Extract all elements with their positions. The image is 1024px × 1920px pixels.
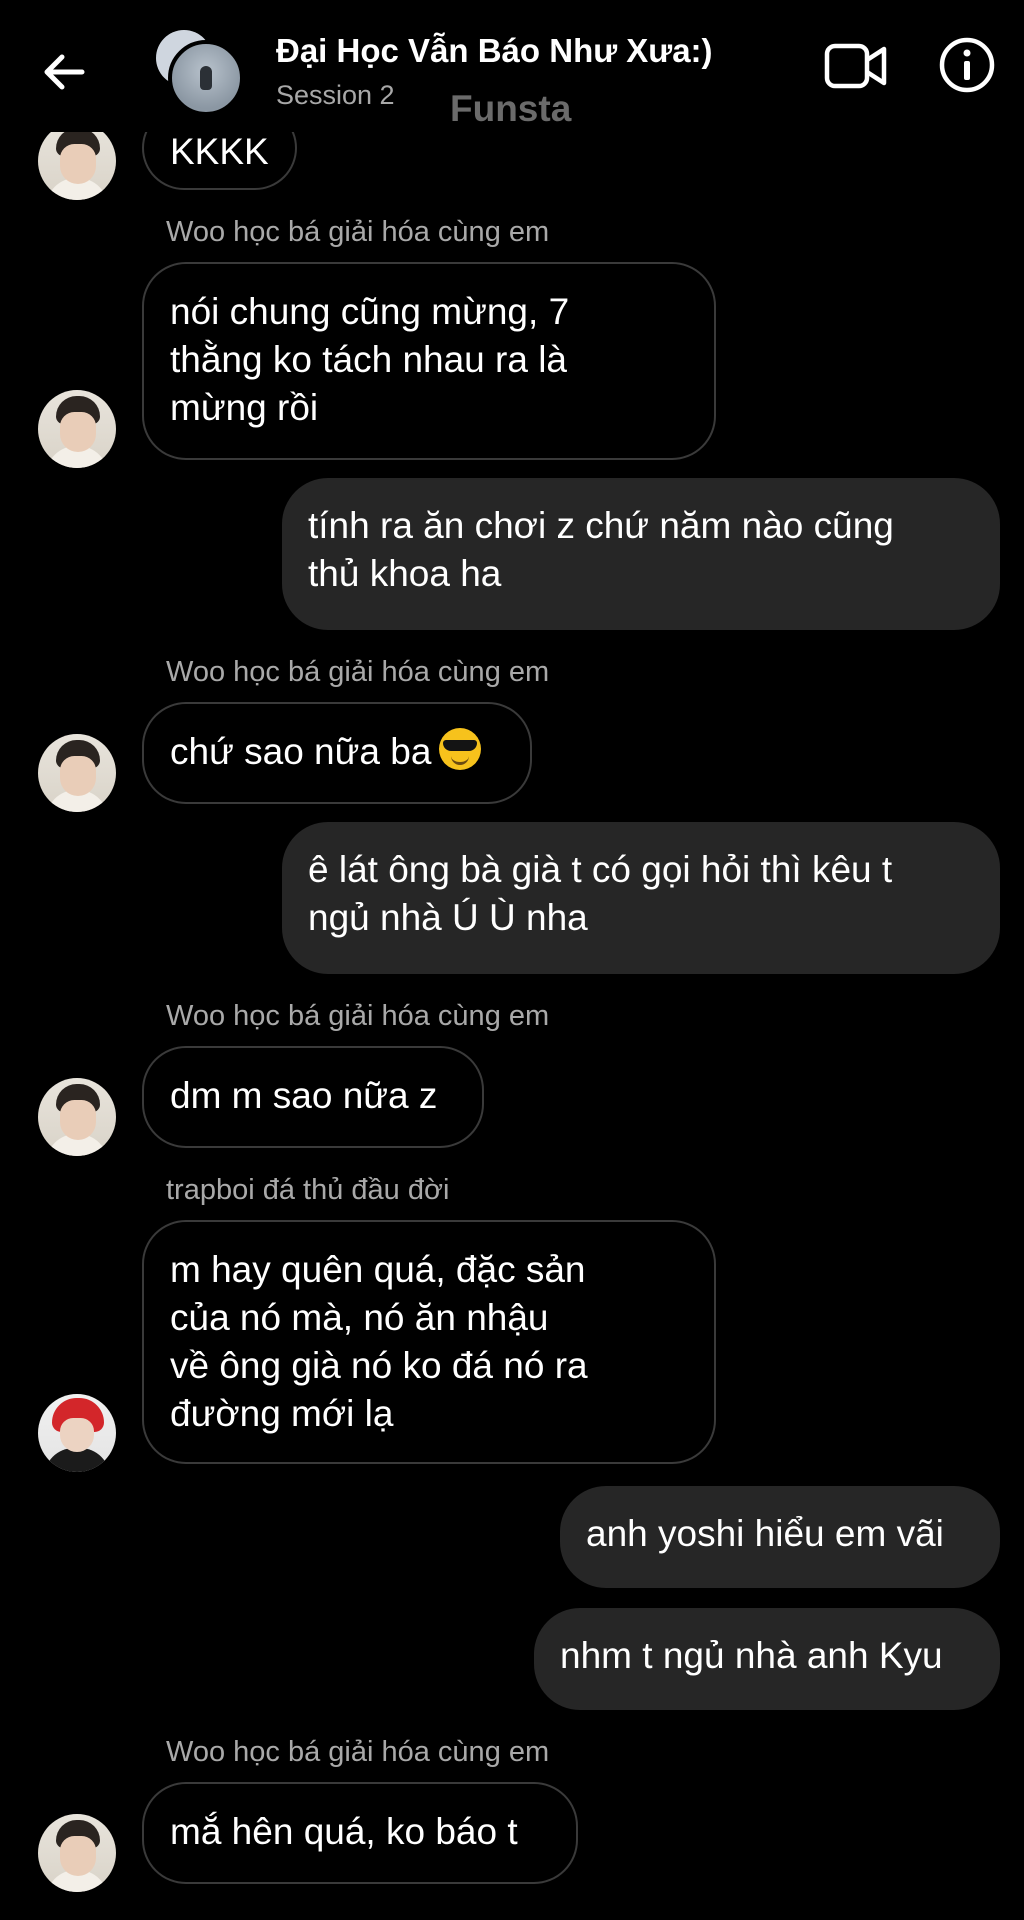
avatar-trapboi[interactable] [38,1394,116,1472]
message-line: ngủ nhà Ú Ù nha [308,897,588,938]
message-bubble-incoming[interactable]: m hay quên quá, đặc sản của nó mà, nó ăn… [142,1220,716,1464]
message-text: dm m sao nữa z [170,1075,438,1116]
message-text: mắ hên quá, ko báo t [170,1811,518,1852]
arrow-left-icon[interactable] [38,46,90,98]
avatar-shirt [46,1134,108,1156]
message-bubble-incoming[interactable]: mắ hên quá, ko báo t [142,1782,578,1884]
message-line: thủ khoa ha [308,553,502,594]
avatar-shirt [46,790,108,812]
message-line: về ông già nó ko đá nó ra [170,1345,588,1386]
avatar-shirt [46,178,108,200]
message-line: của nó mà, nó ăn nhậu [170,1297,549,1338]
message-line: ê lát ông bà già t có gọi hỏi thì kêu t [308,849,893,890]
sender-name: trapboi đá thủ đầu đời [166,1174,450,1206]
avatar-woo[interactable] [38,734,116,812]
message-line: m hay quên quá, đặc sản [170,1249,586,1290]
message-bubble-outgoing[interactable]: anh yoshi hiểu em vãi [560,1486,1000,1588]
message-bubble-incoming[interactable]: nói chung cũng mừng, 7 thằng ko tách nha… [142,262,716,460]
video-camera-icon[interactable] [824,40,888,92]
avatar-woo[interactable] [38,1078,116,1156]
group-avatar[interactable] [156,28,244,116]
message-text: nhm t ngủ nhà anh Kyu [560,1635,943,1676]
sender-name: Woo học bá giải hóa cùng em [166,1000,550,1032]
avatar-woo[interactable] [38,122,116,200]
message-bubble-incoming[interactable]: dm m sao nữa z [142,1046,484,1148]
sunglasses-emoji-icon [439,728,482,770]
avatar-shirt [46,446,108,468]
sender-name: Woo học bá giải hóa cùng em [166,656,550,688]
chat-header: Đại Học Vẫn Báo Như Xưa:) Session 2 Funs… [0,0,1024,132]
message-line: đường mới lạ [170,1393,394,1434]
message-line: tính ra ăn chơi z chứ năm nào cũng [308,505,894,546]
message-text: KKKK [170,131,269,172]
info-icon[interactable] [938,36,996,94]
avatar-shirt [44,1448,110,1472]
avatar-shirt [46,1870,108,1892]
message-line: thằng ko tách nhau ra là [170,339,568,380]
group-avatar-front [168,40,244,116]
message-line: nói chung cũng mừng, 7 [170,291,570,332]
message-bubble-outgoing[interactable]: nhm t ngủ nhà anh Kyu [534,1608,1000,1710]
chat-title[interactable]: Đại Học Vẫn Báo Như Xưa:) [276,32,713,70]
funsta-watermark: Funsta [450,88,572,129]
message-text: anh yoshi hiểu em vãi [586,1513,944,1554]
message-bubble-outgoing[interactable]: ê lát ông bà già t có gọi hỏi thì kêu t … [282,822,1000,974]
message-bubble-incoming[interactable]: chứ sao nữa ba [142,702,532,804]
message-line: mừng rồi [170,387,319,428]
sender-name: Woo học bá giải hóa cùng em [166,1736,550,1768]
message-bubble-outgoing[interactable]: tính ra ăn chơi z chứ năm nào cũng thủ k… [282,478,1000,630]
sender-name: Woo học bá giải hóa cùng em [166,216,550,248]
avatar-woo[interactable] [38,1814,116,1892]
chat-subtitle: Session 2 [276,80,395,110]
message-text: chứ sao nữa ba [170,731,432,772]
avatar-woo[interactable] [38,390,116,468]
